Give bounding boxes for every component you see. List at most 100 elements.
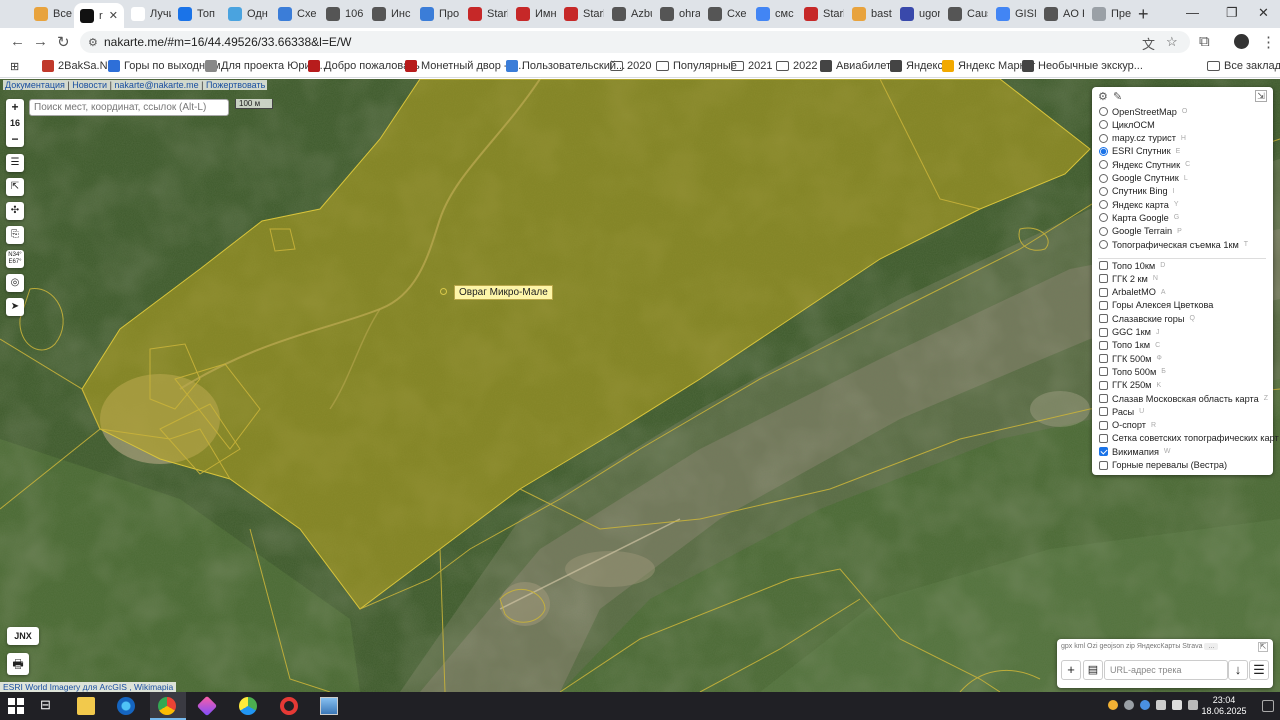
base-layer-option[interactable]: Яндекс Спутник C — [1099, 158, 1190, 171]
back-icon[interactable]: ← — [10, 33, 25, 50]
browser-tab[interactable]: Пре — [1086, 3, 1132, 25]
browser-tab[interactable]: Топ — [172, 3, 218, 25]
overlay-layer-option[interactable]: Топо 10км D — [1099, 259, 1165, 272]
opera-icon[interactable] — [280, 697, 298, 715]
layer-radio[interactable] — [1099, 200, 1108, 210]
link-docs[interactable]: Документация — [5, 80, 65, 90]
bookmark-item[interactable]: Пользовательский... — [506, 60, 625, 72]
place-marker-icon[interactable] — [440, 288, 447, 295]
measure-icon[interactable]: ✣ — [6, 202, 24, 220]
external-link-icon[interactable]: ⇱ — [6, 178, 24, 196]
browser-tab[interactable]: Caus — [942, 3, 988, 25]
overlay-layer-option[interactable]: ArbaletMO A — [1099, 286, 1166, 299]
base-layer-option[interactable]: ESRI Спутник E — [1099, 145, 1180, 158]
close-window-icon[interactable]: ✕ — [1258, 5, 1269, 21]
overlay-layer-option[interactable]: Расы U — [1099, 405, 1144, 418]
base-layer-option[interactable]: Спутник Bing I — [1099, 185, 1175, 198]
overlay-layer-option[interactable]: Горные перевалы (Вестра) — [1099, 459, 1232, 472]
apps-grid-icon[interactable]: ⊞ — [10, 60, 19, 73]
browser-tab[interactable]: Все с — [28, 3, 74, 25]
tray-icon-1[interactable] — [1108, 700, 1118, 710]
layer-radio[interactable] — [1099, 173, 1108, 183]
bookmark-folder[interactable]: 2022 — [776, 60, 817, 72]
zoom-out-button[interactable]: − — [6, 131, 24, 147]
overlay-layer-option[interactable]: Слазавские горы Q — [1099, 312, 1195, 325]
bookmark-star-icon[interactable]: ☆ — [1166, 34, 1178, 50]
url-text[interactable]: nakarte.me/#m=16/44.49526/33.66338&l=E/W — [104, 35, 352, 49]
volume-icon[interactable] — [1188, 700, 1198, 710]
bookmark-item[interactable]: Горы по выходным — [108, 60, 221, 72]
layer-checkbox[interactable] — [1099, 327, 1108, 337]
tab-close-icon[interactable]: ✕ — [105, 9, 118, 22]
tray-icon-3[interactable] — [1140, 700, 1150, 710]
translate-icon[interactable]: 文 — [1142, 34, 1155, 53]
layer-radio[interactable] — [1099, 240, 1108, 249]
overlay-layer-option[interactable]: Топо 1км C — [1099, 339, 1160, 352]
attribution[interactable]: ESRI World Imagery для ArcGIS , Wikimapi… — [0, 682, 177, 692]
layers-copy-icon[interactable]: ⎘ — [6, 226, 24, 244]
map-view[interactable]: Документация | Новости | nakarte@nakarte… — [0, 79, 1280, 692]
search-input[interactable]: Поиск мест, координат, ссылок (Alt-L) — [29, 99, 229, 116]
overlay-layer-option[interactable]: Сетка советских топографических карт — [1099, 432, 1280, 445]
base-layer-option[interactable]: Google Спутник L — [1099, 172, 1188, 185]
base-layer-option[interactable]: OpenStreetMap O — [1099, 105, 1187, 118]
layer-radio[interactable] — [1099, 120, 1108, 130]
overlay-layer-option[interactable]: Топо 500м Б — [1099, 365, 1166, 378]
browser-tab[interactable]: ohra — [654, 3, 700, 25]
browser-tab[interactable]: Схе — [702, 3, 748, 25]
reload-icon[interactable]: ↻ — [57, 33, 70, 51]
address-bar[interactable]: ⚙ nakarte.me/#m=16/44.49526/33.66338&l=E… — [80, 31, 1190, 53]
taskbar-clock[interactable]: 23:04 18.06.2025 — [1200, 695, 1248, 717]
browser-tab[interactable]: Starl — [558, 3, 604, 25]
layer-checkbox[interactable] — [1099, 261, 1108, 270]
browser-tab[interactable]: Про — [414, 3, 460, 25]
track-formats-more[interactable]: ... — [1204, 643, 1219, 650]
base-layer-option[interactable]: Google Terrain P — [1099, 225, 1182, 238]
link-news[interactable]: Новости — [72, 80, 107, 90]
layer-radio[interactable] — [1099, 133, 1108, 143]
layer-radio[interactable] — [1099, 213, 1108, 223]
layer-radio[interactable] — [1099, 160, 1108, 170]
browser-tab[interactable]: Схе — [272, 3, 318, 25]
forward-icon[interactable]: → — [33, 33, 48, 50]
layer-radio[interactable] — [1099, 146, 1108, 156]
bookmark-item[interactable]: Яндекс — [890, 60, 943, 72]
zoom-in-button[interactable]: + — [6, 99, 24, 115]
browser-tab[interactable]: GISM — [990, 3, 1036, 25]
layer-checkbox[interactable] — [1099, 287, 1108, 297]
base-layer-option[interactable]: Топографическая съемка 1км T — [1099, 238, 1248, 251]
browser-tab[interactable]: Starl — [798, 3, 844, 25]
overlay-layer-option[interactable]: Викимапия W — [1099, 445, 1171, 458]
browser-tab[interactable]: Starl — [462, 3, 508, 25]
layer-radio[interactable] — [1099, 186, 1108, 196]
overlay-layer-option[interactable]: GGC 1км J — [1099, 326, 1159, 339]
collapse-icon[interactable]: ⇲ — [1255, 90, 1267, 102]
link-email[interactable]: nakarte@nakarte.me — [114, 80, 198, 90]
link-donate[interactable]: Пожертвовать — [206, 80, 265, 90]
layer-checkbox[interactable] — [1099, 367, 1108, 377]
bookmark-item[interactable]: Необычные экскур... — [1022, 60, 1143, 72]
gear-icon[interactable]: ⚙ — [1098, 90, 1108, 103]
task-view-icon[interactable]: ⊟ — [40, 697, 58, 715]
file-explorer-icon[interactable] — [77, 697, 95, 715]
chromium-icon[interactable] — [117, 697, 135, 715]
chrome-icon[interactable] — [158, 697, 176, 715]
menu-kebab-icon[interactable]: ⋮ — [1261, 33, 1276, 51]
download-icon[interactable]: ↓ — [1228, 660, 1248, 680]
extensions-icon[interactable]: ⧉ — [1199, 33, 1210, 50]
minimize-icon[interactable]: — — [1186, 5, 1199, 20]
browser-tab[interactable]: Одн — [222, 3, 268, 25]
tray-icon-2[interactable] — [1124, 700, 1134, 710]
layer-checkbox[interactable] — [1099, 420, 1108, 430]
coordinates-button[interactable]: N34° E67° — [6, 250, 24, 268]
notifications-icon[interactable] — [1262, 700, 1274, 712]
base-layer-option[interactable]: Карта Google G — [1099, 211, 1179, 224]
overlay-layer-option[interactable]: Горы Алексея Цветкова — [1099, 299, 1218, 312]
site-info-icon[interactable]: ⚙ — [88, 36, 98, 49]
track-menu-icon[interactable]: ☰ — [1249, 660, 1269, 680]
layer-checkbox[interactable] — [1099, 300, 1108, 310]
layer-radio[interactable] — [1099, 107, 1108, 116]
pencil-icon[interactable]: ✎ — [1113, 90, 1122, 103]
layer-checkbox[interactable] — [1099, 407, 1108, 417]
battery-icon[interactable] — [1172, 700, 1182, 710]
